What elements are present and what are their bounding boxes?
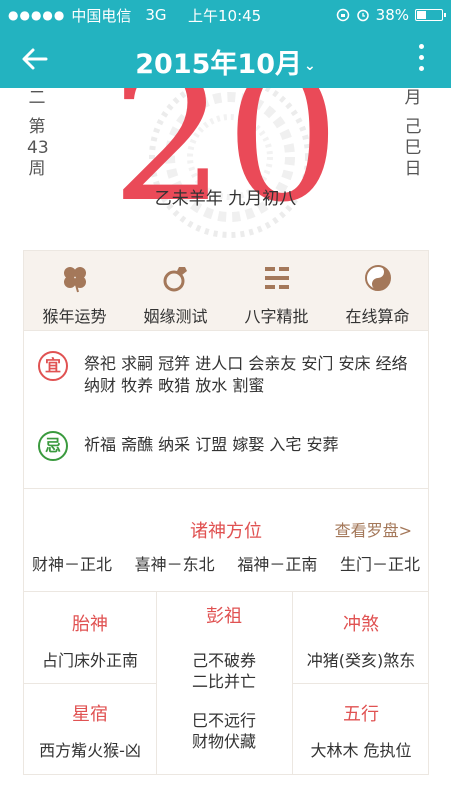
tool-label: 八字精批 — [244, 307, 309, 326]
cell-xingxiu: 星宿 西方觜火猴-凶 — [24, 700, 156, 761]
ganzhi-3: 日 — [404, 159, 422, 179]
pengzu-line2: 二比并亡 — [191, 672, 256, 691]
trigram-icon — [264, 267, 289, 289]
god-item-fortune: 福神－正南 — [237, 555, 318, 574]
ganzhi-column: 月 己 巳 日 — [403, 88, 423, 180]
god-item-wealth: 财神－正北 — [32, 555, 113, 574]
day-number: 20 — [110, 88, 341, 240]
ji-badge: 忌 — [38, 431, 68, 461]
xingxiu-title: 星宿 — [72, 704, 108, 725]
status-right: 38% — [336, 6, 446, 24]
chongsha-title: 冲煞 — [343, 614, 379, 635]
wuxing-title: 五行 — [343, 704, 379, 725]
battery-icon — [415, 9, 446, 21]
tools-row: 猴年运势 姻缘测试 八字精批 在线算命 — [24, 251, 428, 331]
divider — [24, 683, 156, 684]
cell-pengzu: 彭祖 己不破券 二比并亡 巳不远行 财物伏藏 — [156, 602, 292, 752]
ring-icon — [163, 267, 187, 292]
nav-bar: 2015年10月 ⌄ — [0, 30, 451, 88]
ji-text: 祈福 斋醮 纳采 订盟 嫁娶 入宅 安葬 — [84, 435, 339, 454]
cell-wuxing: 五行 大林木 危执位 — [292, 700, 430, 761]
gods-list: 财神－正北 喜神－东北 福神－正南 生门－正北 — [32, 551, 420, 575]
compass-link[interactable]: 查看罗盘> — [335, 517, 412, 541]
taishen-title: 胎神 — [72, 614, 108, 635]
alarm-icon — [356, 9, 369, 22]
cell-taishen: 胎神 占门床外正南 — [24, 610, 156, 671]
god-item-life-gate: 生门－正北 — [339, 555, 420, 574]
cell-chongsha: 冲煞 冲猪(癸亥)煞东 — [292, 610, 430, 671]
taishen-text: 占门床外正南 — [41, 651, 138, 670]
status-time: 上午10:45 — [188, 6, 262, 25]
xingxiu-text: 西方觜火猴-凶 — [39, 741, 141, 760]
gods-directions: 诸神方位 查看罗盘> 财神－正北 喜神－东北 福神－正南 生门－正北 — [24, 489, 428, 592]
battery-percent: 38% — [375, 6, 409, 24]
month-top: 月 — [404, 88, 422, 108]
clover-icon — [63, 267, 86, 293]
network-label: 3G — [145, 6, 167, 24]
tool-fortune[interactable]: 在线算命 — [327, 251, 428, 330]
status-bar: ●●●●● 中国电信 3G 上午10:45 38% — [0, 0, 451, 30]
ganzhi-1: 己 — [404, 117, 422, 137]
month-selector[interactable]: 2015年10月 ⌄ — [0, 42, 451, 81]
wuxing-text: 大林木 危执位 — [310, 741, 412, 760]
ganzhi-2: 巳 — [404, 138, 422, 158]
chongsha-text: 冲猪(癸亥)煞东 — [306, 651, 416, 670]
pengzu-title: 彭祖 — [206, 606, 242, 627]
details-grid: 胎神 占门床外正南 彭祖 己不破券 二比并亡 巳不远行 财物伏藏 冲煞 冲猪(癸… — [24, 592, 428, 774]
god-item-joy: 喜神－东北 — [134, 555, 215, 574]
tool-label: 姻缘测试 — [143, 307, 208, 326]
yi-text: 祭祀 求嗣 冠笄 进人口 会亲友 安门 安床 经络 纳财 牧养 畋猎 放水 割蜜 — [84, 354, 408, 395]
tool-label: 在线算命 — [345, 307, 410, 326]
signal-icon: ●●●●● — [8, 8, 66, 22]
carrier-label: 中国电信 — [71, 6, 132, 25]
tool-marriage-test[interactable]: 姻缘测试 — [125, 251, 226, 330]
pengzu-line1: 己不破券 — [191, 651, 256, 670]
pengzu-line4: 财物伏藏 — [191, 732, 256, 751]
chevron-down-icon: ⌄ — [304, 57, 316, 74]
tool-bazi[interactable]: 八字精批 — [226, 251, 327, 330]
pengzu-line3: 巳不远行 — [191, 711, 256, 730]
vertical-dots-icon[interactable] — [417, 44, 425, 74]
divider — [292, 683, 428, 684]
lunar-date: 乙未羊年 九月初八 — [154, 189, 297, 209]
tool-label: 猴年运势 — [42, 307, 107, 326]
almanac-panel: 猴年运势 姻缘测试 八字精批 在线算命 宜 祭祀 求嗣 冠笄 进人口 会亲友 安… — [23, 250, 429, 775]
tool-monkey-year[interactable]: 猴年运势 — [24, 251, 125, 330]
day-hero: 二 第 43 周 20 乙未羊年 九月初八 月 己 巳 日 — [0, 88, 451, 240]
rotation-lock-icon — [336, 8, 349, 22]
yin-yang-icon — [364, 265, 391, 291]
battery-fill — [417, 11, 426, 19]
page-title: 2015年10月 — [135, 49, 302, 80]
yi-badge: 宜 — [38, 351, 68, 381]
yi-ji-section: 宜 祭祀 求嗣 冠笄 进人口 会亲友 安门 安床 经络 纳财 牧养 畋猎 放水 … — [24, 331, 428, 489]
